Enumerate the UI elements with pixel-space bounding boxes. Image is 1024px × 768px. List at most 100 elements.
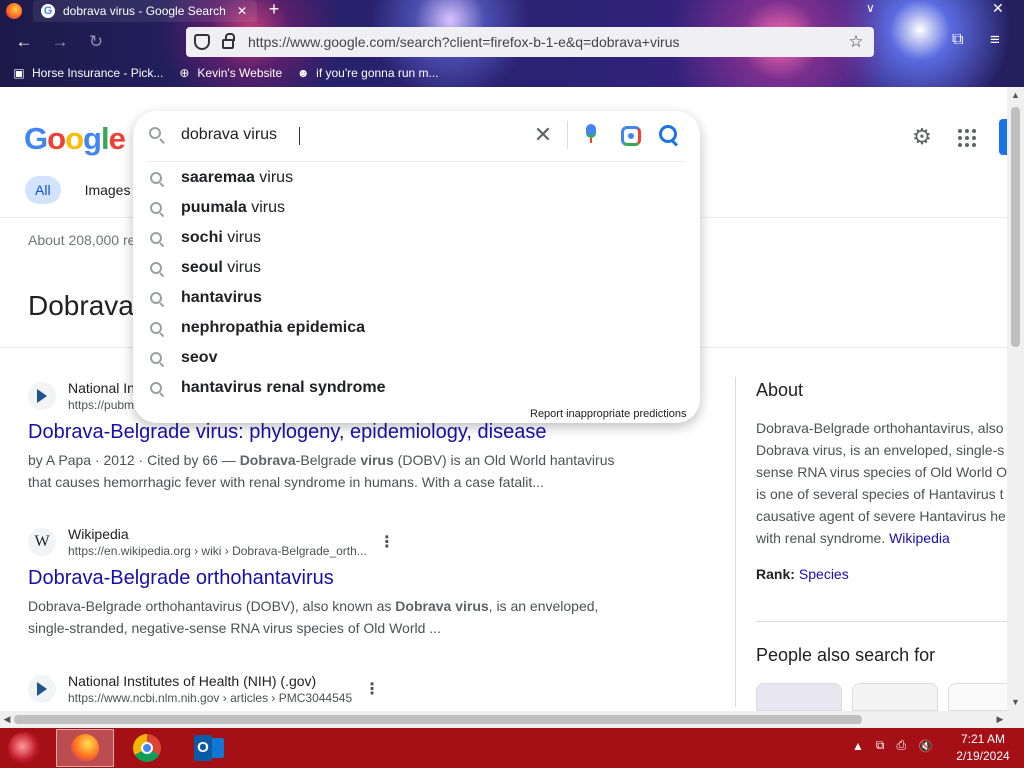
bookmark-label: Horse Insurance - Pick... <box>32 66 164 80</box>
related-image-thumbnail[interactable] <box>756 683 842 711</box>
chrome-icon <box>133 734 161 762</box>
taskbar-firefox[interactable] <box>56 729 114 767</box>
divider <box>756 621 1007 622</box>
search-input[interactable]: dobrava virus <box>181 126 277 144</box>
scroll-thumb[interactable] <box>14 715 862 724</box>
suggestion-item[interactable]: hantavirus renal syndrome <box>133 373 700 403</box>
taskbar-chrome[interactable] <box>118 729 176 767</box>
source-url: https://pubm <box>68 398 135 412</box>
result-source[interactable]: W Wikipedia https://en.wikipedia.org › w… <box>28 525 708 559</box>
suggestion-list: saaremaa virus puumala virus sochi virus… <box>133 163 700 403</box>
sign-in-button[interactable] <box>999 119 1007 155</box>
url-bar[interactable]: https://www.google.com/search?client=fir… <box>186 27 874 57</box>
suggestion-item[interactable]: hantavirus <box>133 283 700 313</box>
about-line: Dobrava virus, is an enveloped, single-s <box>756 442 1005 458</box>
hamburger-menu-icon[interactable]: ≡ <box>990 30 1000 50</box>
divider <box>567 121 568 149</box>
bookmark-kevins-website[interactable]: ⊕ Kevin's Website <box>177 66 282 80</box>
suggestion-item[interactable]: puumala virus <box>133 193 700 223</box>
bookmark-horse-insurance[interactable]: ▣ Horse Insurance - Pick... <box>12 66 163 80</box>
scroll-up-arrow-icon[interactable]: ▲ <box>1007 87 1024 104</box>
lock-icon[interactable] <box>222 33 235 49</box>
wikipedia-icon: W <box>28 528 56 556</box>
network-icon[interactable]: ⎙ <box>896 738 906 753</box>
outlook-icon: O <box>194 735 224 761</box>
vertical-scrollbar[interactable]: ▲ ▼ <box>1007 87 1024 711</box>
tab-title: dobrava virus - Google Search <box>63 4 226 18</box>
scroll-left-arrow-icon[interactable]: ◀ <box>0 711 14 728</box>
url-text[interactable]: https://www.google.com/search?client=fir… <box>248 34 844 50</box>
search-icon <box>150 262 162 274</box>
scroll-down-arrow-icon[interactable]: ▼ <box>1007 694 1024 711</box>
forward-button[interactable]: → <box>48 30 72 54</box>
extensions-icon[interactable]: ⧉ <box>952 31 963 49</box>
about-line: Dobrava-Belgrade orthohantavirus, also <box>756 420 1004 436</box>
scroll-right-arrow-icon[interactable]: ▶ <box>993 711 1007 728</box>
about-line: is one of several species of Hantavirus … <box>756 486 1004 502</box>
related-image-thumbnail[interactable] <box>948 683 1007 711</box>
report-predictions-link[interactable]: Report inappropriate predictions <box>530 408 687 420</box>
google-lens-icon[interactable] <box>621 126 641 146</box>
result-title-link[interactable]: Dobrava-Belgrade orthohantavirus <box>28 565 708 591</box>
rank-row: Rank: Species <box>756 566 849 582</box>
google-apps-icon[interactable] <box>956 127 978 149</box>
firefox-icon[interactable] <box>6 3 22 19</box>
more-options-icon[interactable]: ⋮ <box>379 532 395 552</box>
wikipedia-link[interactable]: Wikipedia <box>889 530 950 546</box>
tab-all[interactable]: All <box>25 176 61 204</box>
result-source[interactable]: National Institutes of Health (NIH) (.go… <box>28 672 708 706</box>
back-button[interactable]: ← <box>12 30 36 54</box>
search-autocomplete: dobrava virus ✕ saaremaa virus puumala v… <box>133 111 700 423</box>
result-snippet: Dobrava-Belgrade orthohantavirus (DOBV),… <box>28 598 599 636</box>
source-name: National In <box>68 380 135 396</box>
suggestion-item[interactable]: saaremaa virus <box>133 163 700 193</box>
more-options-icon[interactable]: ⋮ <box>364 679 380 699</box>
horse-icon: ▣ <box>13 66 25 80</box>
reload-button[interactable]: ↻ <box>84 30 108 54</box>
tab-google-search[interactable]: G dobrava virus - Google Search ✕ <box>33 0 257 22</box>
bookmark-gonna-run[interactable]: ☻ if you're gonna run m... <box>296 66 439 80</box>
divider <box>147 161 686 162</box>
taskbar-outlook[interactable]: O <box>180 729 238 767</box>
horizontal-scrollbar[interactable]: ◀ ▶ <box>0 711 1007 728</box>
related-image-thumbnail[interactable] <box>852 683 938 711</box>
settings-gear-icon[interactable]: ⚙ <box>910 125 934 149</box>
logo-letter: e <box>108 121 126 156</box>
search-icon <box>150 322 162 334</box>
suggestion-item[interactable]: seov <box>133 343 700 373</box>
bookmark-star-icon[interactable]: ☆ <box>844 32 868 52</box>
voice-search-icon[interactable] <box>585 124 597 146</box>
rank-species-link[interactable]: Species <box>799 566 849 582</box>
bookmark-label: if you're gonna run m... <box>316 66 439 80</box>
suggestion-item[interactable]: nephropathia epidemica <box>133 313 700 343</box>
suggestion-item[interactable]: seoul virus <box>133 253 700 283</box>
rank-label: Rank: <box>756 566 795 582</box>
people-also-search-heading: People also search for <box>756 645 936 665</box>
result-count: About 208,000 re <box>28 232 136 248</box>
search-icon <box>150 292 162 304</box>
source-name: National Institutes of Health (NIH) (.go… <box>68 673 317 689</box>
volume-muted-icon[interactable]: 🔇 <box>918 739 933 753</box>
list-tabs-button[interactable]: ∨ <box>866 1 875 15</box>
action-center-icon[interactable]: ⧉ <box>876 738 885 753</box>
tab-close-icon[interactable]: ✕ <box>233 4 251 18</box>
new-tab-button[interactable]: + <box>264 0 284 20</box>
firefox-icon <box>71 734 99 762</box>
suggestion-item[interactable]: sochi virus <box>133 223 700 253</box>
google-logo[interactable]: Google <box>24 121 126 157</box>
google-favicon-icon: G <box>41 4 55 18</box>
start-button[interactable] <box>8 732 40 764</box>
about-line: sense RNA virus species of Old World O <box>756 464 1007 480</box>
clear-search-icon[interactable]: ✕ <box>531 122 555 148</box>
show-hidden-icons-icon[interactable]: ▲ <box>852 739 864 753</box>
search-box[interactable]: dobrava virus ✕ <box>133 111 700 161</box>
tab-images[interactable]: Images <box>75 176 141 204</box>
logo-letter: g <box>83 121 102 156</box>
about-description: Dobrava-Belgrade orthohantavirus, also D… <box>756 417 1007 549</box>
tracking-protection-icon[interactable] <box>194 34 210 50</box>
scroll-thumb[interactable] <box>1011 107 1020 347</box>
search-submit-icon[interactable] <box>659 125 679 145</box>
window-close-button[interactable]: ✕ <box>992 0 1004 17</box>
text-cursor <box>299 127 300 145</box>
system-clock[interactable]: 7:21 AM 2/19/2024 <box>950 731 1016 765</box>
